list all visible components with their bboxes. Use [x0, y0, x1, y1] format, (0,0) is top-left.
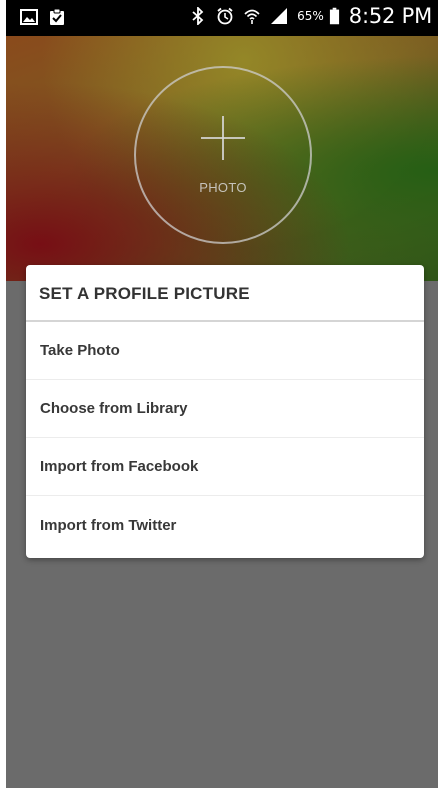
- clock-time: 8:52 PM: [348, 4, 432, 28]
- battery-icon: [329, 7, 339, 25]
- gallery-notification-icon: [20, 9, 38, 25]
- import-from-twitter-option[interactable]: Import from Twitter: [26, 496, 424, 554]
- battery-percent: 65%: [297, 9, 324, 23]
- wifi-icon: [244, 9, 260, 24]
- status-bar: 65% 8:52 PM: [6, 0, 438, 36]
- signal-icon: [271, 8, 288, 24]
- profile-picture-dialog: SET A PROFILE PICTURE Take Photo Choose …: [26, 265, 424, 558]
- choose-from-library-option[interactable]: Choose from Library: [26, 380, 424, 438]
- plus-icon: [201, 116, 245, 160]
- import-from-facebook-option[interactable]: Import from Facebook: [26, 438, 424, 496]
- photo-label: PHOTO: [199, 180, 247, 195]
- take-photo-option[interactable]: Take Photo: [26, 322, 424, 380]
- clipboard-check-icon: [50, 8, 64, 25]
- profile-header-banner: PHOTO: [6, 36, 438, 281]
- alarm-icon: [217, 7, 233, 25]
- bluetooth-icon: [192, 7, 204, 25]
- dialog-title: SET A PROFILE PICTURE: [26, 267, 424, 322]
- screen: 65% 8:52 PM PHOTO SET A PROFILE PICTURE …: [0, 0, 438, 788]
- add-photo-button[interactable]: PHOTO: [134, 66, 312, 244]
